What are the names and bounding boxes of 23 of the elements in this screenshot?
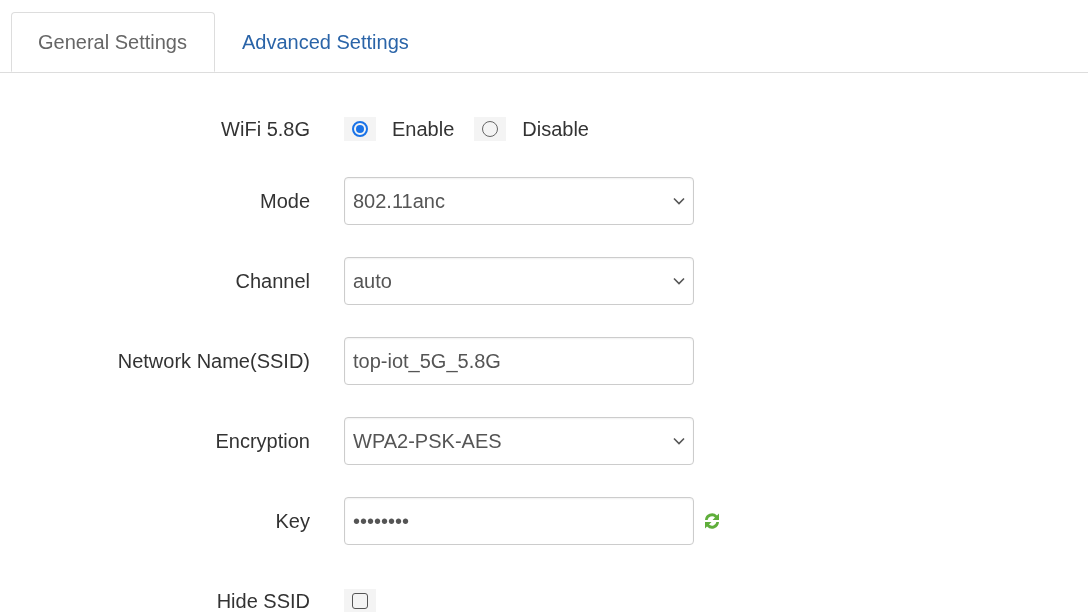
chevron-down-icon <box>673 437 685 445</box>
radio-label: Enable <box>392 117 455 141</box>
field-label: Key <box>274 509 310 533</box>
tab[interactable]: Advanced Settings <box>215 12 437 72</box>
dropdown[interactable]: 802.11anc <box>344 177 694 225</box>
field-label: WiFi 5.8G <box>220 117 310 141</box>
dropdown[interactable]: auto <box>344 257 694 305</box>
refresh-icon[interactable] <box>703 511 721 531</box>
chevron-down-icon <box>673 197 685 205</box>
field-label: Hide SSID <box>215 589 310 612</box>
checkbox[interactable] <box>344 589 376 612</box>
radio-button[interactable] <box>474 117 507 141</box>
dropdown[interactable]: WPA2-PSK-AES <box>344 417 694 465</box>
tab[interactable]: General Settings <box>11 12 215 72</box>
field-label: Network Name(SSID) <box>116 349 310 373</box>
field-label: Encryption <box>214 429 310 453</box>
field-label: Mode <box>258 189 310 213</box>
radio-button[interactable] <box>344 117 376 141</box>
input-field[interactable]: •••••••• <box>344 497 694 545</box>
input-field[interactable]: top-iot_5G_5.8G <box>344 337 694 385</box>
field-label: Channel <box>234 269 310 293</box>
chevron-down-icon <box>673 277 685 285</box>
radio-label: Disable <box>522 117 589 141</box>
